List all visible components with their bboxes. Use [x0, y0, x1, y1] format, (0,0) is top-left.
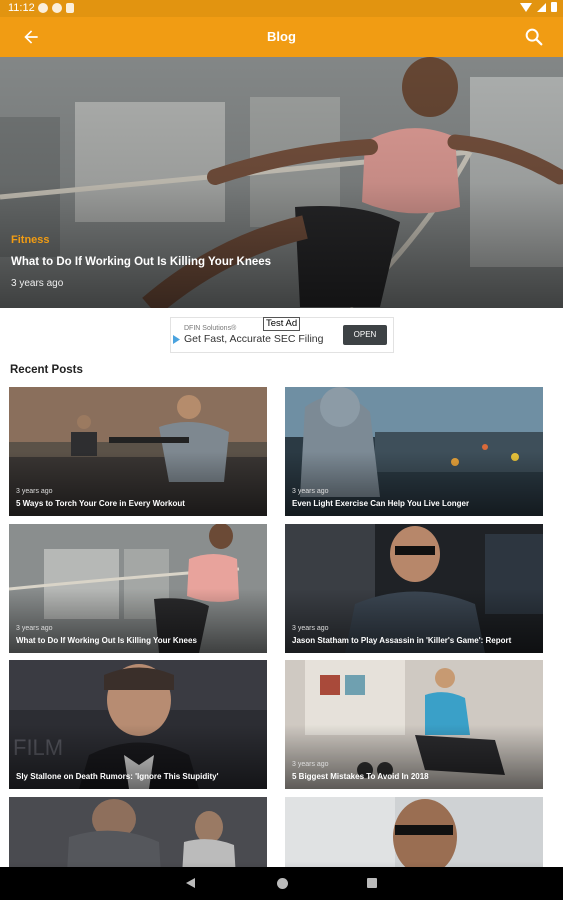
featured-category[interactable]: Fitness [11, 234, 50, 246]
hero-overlay [0, 57, 563, 308]
status-bar: 11:12 [0, 0, 563, 17]
system-icons [520, 2, 557, 12]
notification-icon [38, 3, 48, 13]
post-title[interactable]: Even Light Exercise Can Help You Live Lo… [292, 499, 469, 508]
post-overlay [9, 387, 267, 516]
post-date: 3 years ago [292, 625, 329, 632]
wifi-icon [520, 2, 532, 12]
ad-open-button[interactable]: OPEN [343, 325, 387, 345]
post-date: 3 years ago [16, 488, 53, 495]
post-card[interactable]: 3 years ago Jason Statham to Play Assass… [285, 524, 543, 653]
post-date: 3 years ago [292, 761, 329, 768]
nav-recents-icon[interactable] [367, 878, 377, 888]
featured-title[interactable]: What to Do If Working Out Is Killing You… [11, 256, 271, 268]
ad-badge: Test Ad [263, 317, 301, 331]
post-overlay [285, 524, 543, 653]
nav-home-icon[interactable] [277, 878, 288, 889]
post-date: 3 years ago [16, 625, 53, 632]
ad-text: Get Fast, Accurate SEC Filing [184, 333, 324, 345]
post-card[interactable]: FILM Sly Stallone on Death Rumors: 'Igno… [9, 660, 267, 789]
section-title: Recent Posts [10, 364, 83, 376]
post-title[interactable]: Sly Stallone on Death Rumors: 'Ignore Th… [16, 772, 219, 781]
status-time: 11:12 [8, 2, 35, 14]
post-date: 3 years ago [292, 488, 329, 495]
ad-source: DFIN Solutions® [184, 325, 237, 332]
notification-icon [52, 3, 62, 13]
post-card[interactable]: 3 years ago 5 Ways to Torch Your Core in… [9, 387, 267, 516]
post-title[interactable]: Jason Statham to Play Assassin in 'Kille… [292, 636, 511, 645]
battery-icon [551, 2, 557, 12]
notification-icons [38, 3, 74, 13]
notification-icon [66, 3, 74, 13]
page-title: Blog [267, 29, 296, 44]
post-card[interactable]: 3 years ago Even Light Exercise Can Help… [285, 387, 543, 516]
featured-date: 3 years ago [11, 278, 64, 289]
featured-post[interactable]: Fitness What to Do If Working Out Is Kil… [0, 57, 563, 308]
post-title[interactable]: 5 Biggest Mistakes To Avoid In 2018 [292, 772, 429, 781]
post-card[interactable]: 3 years ago What to Do If Working Out Is… [9, 524, 267, 653]
system-nav-bar [0, 867, 563, 900]
post-title[interactable]: What to Do If Working Out Is Killing You… [16, 636, 197, 645]
post-title[interactable]: 5 Ways to Torch Your Core in Every Worko… [16, 499, 185, 508]
ad-banner[interactable]: Test Ad DFIN Solutions® Get Fast, Accura… [170, 317, 394, 353]
app-bar: Blog [0, 17, 563, 57]
post-overlay [285, 387, 543, 516]
signal-icon [537, 2, 546, 12]
post-overlay [285, 660, 543, 789]
post-overlay [9, 524, 267, 653]
search-icon[interactable] [523, 26, 545, 48]
post-card[interactable]: 3 years ago 5 Biggest Mistakes To Avoid … [285, 660, 543, 789]
post-overlay [9, 660, 267, 789]
ad-choices-icon[interactable] [173, 335, 180, 344]
nav-back-icon[interactable] [186, 878, 195, 888]
